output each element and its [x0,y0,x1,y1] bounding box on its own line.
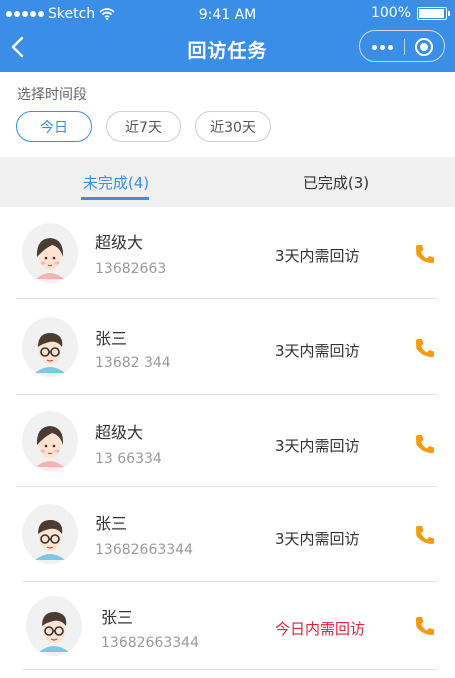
contact-name: 超级大 [95,233,144,252]
contact-phone: 13 66334 [95,451,162,467]
chip-today[interactable]: 今日 [16,111,92,142]
revisit-status: 3天内需回访 [275,247,360,265]
male-glasses-avatar [22,317,78,377]
row-divider [22,581,437,582]
contact-phone: 13682663 [95,261,167,277]
row-divider [22,669,437,670]
list-item[interactable]: 张三 13682663344 今日内需回访 [0,584,455,676]
row-divider [16,486,437,487]
phone-icon[interactable] [413,242,437,266]
nav-bar: Sketch 9:41 AM 100% 回访任务 [0,0,455,72]
battery-percent: 100% [370,5,411,21]
capsule-divider [404,39,405,55]
list-item[interactable]: 超级大 13 66334 3天内需回访 [0,395,455,487]
list-item[interactable]: 张三 13682663344 3天内需回访 [0,490,455,582]
female-avatar [22,411,78,471]
contact-phone: 13682663344 [101,635,199,651]
filter-label: 选择时间段 [17,87,87,103]
female-avatar [22,223,78,283]
chip-7-days[interactable]: 近7天 [106,111,181,142]
phone-icon[interactable] [413,614,437,638]
contact-name: 张三 [95,514,128,533]
male-glasses-avatar [22,504,78,564]
time-range-chips: 今日 近7天 近30天 [16,111,271,142]
phone-icon[interactable] [413,523,437,547]
contact-name: 超级大 [95,423,144,442]
more-dots-icon[interactable] [372,40,393,54]
phone-icon[interactable] [413,432,437,456]
male-glasses-avatar [26,596,82,656]
revisit-status-urgent: 今日内需回访 [275,620,366,638]
chip-30-days[interactable]: 近30天 [195,111,271,142]
revisit-status: 3天内需回访 [275,342,360,360]
active-tab-indicator [81,197,149,200]
status-tabs: 未完成(4) 已完成(3) [0,157,455,207]
contact-name: 张三 [101,608,134,627]
phone-icon[interactable] [413,336,437,360]
battery-group: 100% [370,5,450,21]
revisit-status: 3天内需回访 [275,530,360,548]
contact-phone: 13682663344 [95,542,193,558]
list-item[interactable]: 超级大 13682663 3天内需回访 [0,207,455,299]
mini-program-capsule [359,30,445,62]
revisit-status: 3天内需回访 [275,437,360,455]
contact-name: 张三 [95,329,128,348]
status-bar: Sketch 9:41 AM 100% [0,0,455,30]
target-circle-icon[interactable] [415,38,433,56]
tab-incomplete[interactable]: 未完成(4) [2,172,230,193]
battery-icon [417,6,450,20]
row-divider [16,298,437,299]
list-item[interactable]: 张三 13682 344 3天内需回访 [0,303,455,395]
contact-phone: 13682 344 [95,355,171,371]
tab-completed[interactable]: 已完成(3) [222,172,450,193]
